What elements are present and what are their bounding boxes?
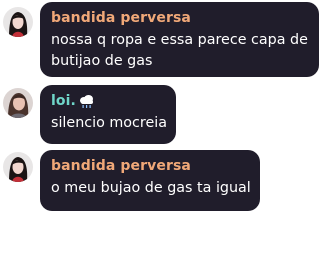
sender-avatar-loi[interactable] xyxy=(3,88,33,118)
person-avatar-icon xyxy=(3,88,33,118)
sender-name[interactable]: bandida perversa xyxy=(51,9,308,27)
rain-cloud-icon xyxy=(78,94,95,109)
sender-avatar-bandida-perversa[interactable] xyxy=(3,7,33,37)
message-text: silencio mocreia xyxy=(51,113,168,134)
sender-avatar-bandida-perversa[interactable] xyxy=(3,152,33,182)
message-line: butijao de gas xyxy=(51,53,153,69)
sender-name[interactable]: loi. xyxy=(51,92,165,110)
message-line: nossa q ropa e essa parece capa de xyxy=(51,32,308,48)
sender-name[interactable]: bandida perversa xyxy=(51,157,249,175)
message-text: nossa q ropa e essa parece capa de butij… xyxy=(51,30,308,72)
message-line: o meu bujao de gas ta igual xyxy=(51,180,251,196)
message-bubble: bandida perversa nossa q ropa e essa par… xyxy=(40,2,319,77)
message-line: silencio mocreia xyxy=(51,115,168,131)
message-bubble: loi. silencio mocreia xyxy=(40,85,176,144)
message-text: o meu bujao de gas ta igual xyxy=(51,178,251,199)
woman-dark-hair-avatar-icon xyxy=(3,7,33,37)
message-bubble: bandida perversa o meu bujao de gas ta i… xyxy=(40,150,260,211)
woman-dark-hair-avatar-icon xyxy=(3,152,33,182)
